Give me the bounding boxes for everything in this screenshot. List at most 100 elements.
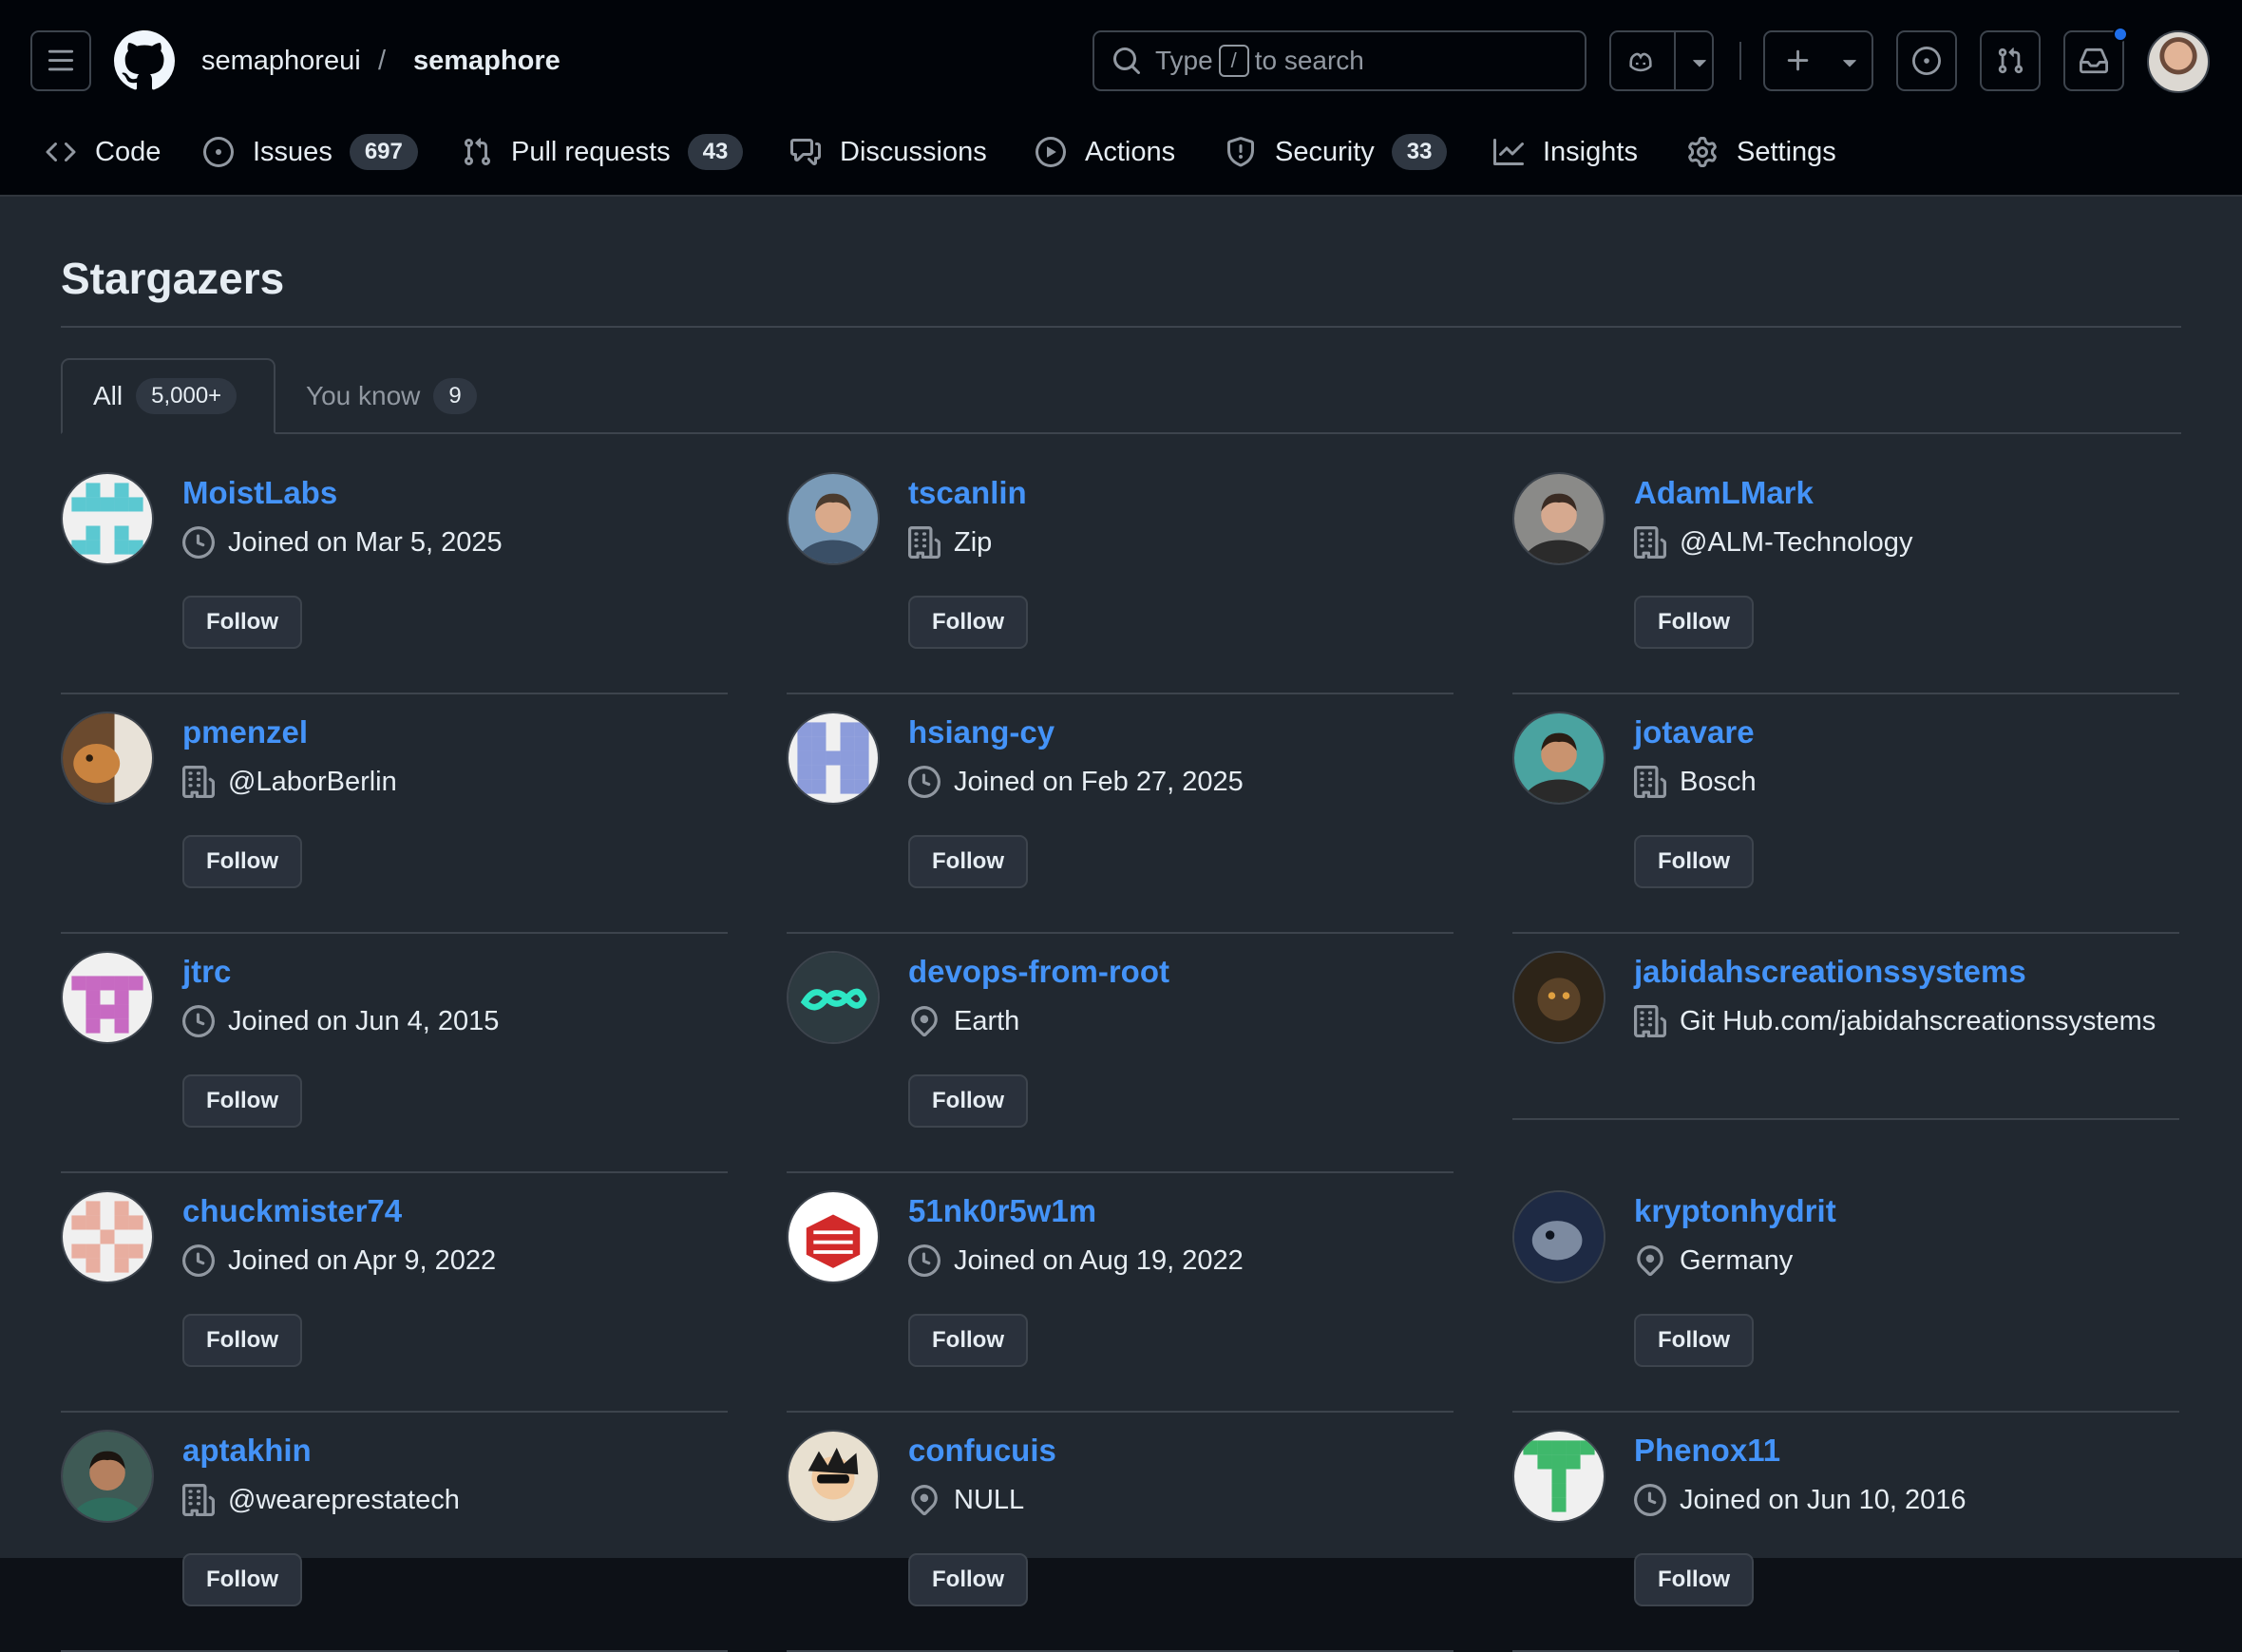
follow-button[interactable]: Follow (1634, 835, 1754, 888)
stargazer-username[interactable]: jabidahscreationssystems (1634, 951, 2026, 993)
breadcrumb-owner[interactable]: semaphoreui (201, 42, 361, 80)
avatar[interactable] (1512, 472, 1606, 565)
user-avatar[interactable] (2147, 30, 2210, 93)
tab-insights[interactable]: Insights (1493, 123, 1638, 180)
stargazer-username[interactable]: hsiang-cy (908, 712, 1054, 753)
avatar[interactable] (61, 1430, 154, 1523)
card-divider (1512, 1118, 2179, 1120)
tab-all[interactable]: All 5,000+ (61, 358, 276, 434)
stargazer-username[interactable]: pmenzel (182, 712, 308, 753)
stargazer-username[interactable]: chuckmister74 (182, 1190, 402, 1232)
avatar[interactable] (61, 472, 154, 565)
organization-icon (1634, 526, 1666, 559)
plus-icon (1787, 49, 1809, 71)
avatar[interactable] (787, 712, 880, 805)
tab-settings[interactable]: Settings (1687, 123, 1836, 180)
stargazer-meta: @LaborBerlin (182, 763, 397, 801)
search-input[interactable]: Type / to search (1092, 30, 1586, 91)
follow-button[interactable]: Follow (182, 1074, 302, 1128)
github-logo[interactable] (113, 30, 175, 91)
follow-button[interactable]: Follow (1634, 1553, 1754, 1606)
tab-you-know[interactable]: You know 9 (276, 358, 507, 434)
avatar[interactable] (61, 712, 154, 805)
hamburger-icon (48, 49, 74, 71)
clock-icon (182, 1244, 215, 1277)
your-pull-requests-button[interactable] (1980, 30, 2041, 91)
stargazer-card: hsiang-cy Joined on Feb 27, 2025 Follow (787, 694, 1454, 934)
follow-button[interactable]: Follow (182, 1314, 302, 1367)
stargazer-username[interactable]: tscanlin (908, 472, 1027, 514)
follow-button[interactable]: Follow (1634, 1314, 1754, 1367)
stargazer-meta: @weareprestatech (182, 1481, 460, 1519)
stargazer-card: jotavare Bosch Follow (1512, 694, 2179, 934)
tab-pull-requests[interactable]: Pull requests 43 (462, 123, 744, 180)
breadcrumb-repo[interactable]: semaphore (413, 42, 560, 80)
stargazer-username[interactable]: confucuis (908, 1430, 1056, 1472)
follow-button[interactable]: Follow (182, 596, 302, 649)
stargazer-username[interactable]: jtrc (182, 951, 231, 993)
issue-opened-icon (203, 137, 234, 167)
tab-actions[interactable]: Actions (1036, 123, 1175, 180)
stargazer-meta-text: @ALM-Technology (1680, 527, 1913, 558)
avatar[interactable] (787, 472, 880, 565)
stargazer-username[interactable]: aptakhin (182, 1430, 312, 1472)
follow-button[interactable]: Follow (182, 835, 302, 888)
tab-discussions[interactable]: Discussions (790, 123, 987, 180)
avatar[interactable] (61, 951, 154, 1044)
stargazer-meta: Bosch (1634, 763, 1757, 801)
clock-icon (908, 1244, 940, 1277)
search-icon (1113, 47, 1141, 75)
copilot-button[interactable] (1609, 30, 1714, 91)
stargazer-meta-text: Joined on Apr 9, 2022 (228, 1245, 497, 1276)
search-placeholder-suffix: to search (1254, 46, 1364, 75)
stargazer-username[interactable]: 51nk0r5w1m (908, 1190, 1096, 1232)
avatar[interactable] (1512, 712, 1606, 805)
follow-button[interactable]: Follow (908, 1553, 1028, 1606)
graph-icon (1493, 139, 1524, 165)
avatar[interactable] (1512, 951, 1606, 1044)
follow-button[interactable]: Follow (908, 835, 1028, 888)
header-divider (1739, 42, 1741, 80)
search-placeholder-prefix: Type (1155, 46, 1213, 75)
tab-counter: 9 (433, 378, 477, 414)
inbox-button[interactable] (2063, 27, 2128, 91)
follow-button[interactable]: Follow (908, 1074, 1028, 1128)
your-issues-button[interactable] (1896, 30, 1957, 91)
inbox-icon (2080, 47, 2108, 74)
stargazer-meta: Earth (908, 1002, 1019, 1040)
avatar[interactable] (787, 951, 880, 1044)
git-pull-request-icon (464, 138, 491, 166)
stargazer-username[interactable]: AdamLMark (1634, 472, 1814, 514)
create-new-button[interactable] (1763, 30, 1873, 91)
tab-counter: 43 (687, 134, 744, 170)
tab-counter: 5,000+ (136, 378, 238, 414)
shield-icon (1227, 137, 1254, 167)
avatar[interactable] (787, 1430, 880, 1523)
tab-label: Pull requests (511, 136, 671, 167)
follow-button[interactable]: Follow (182, 1553, 302, 1606)
organization-icon (1634, 766, 1666, 798)
stargazer-username[interactable]: kryptonhydrit (1634, 1190, 1836, 1232)
tab-label: Settings (1737, 136, 1836, 167)
menu-button[interactable] (30, 30, 91, 91)
follow-button[interactable]: Follow (908, 596, 1028, 649)
tab-issues[interactable]: Issues 697 (203, 123, 418, 180)
avatar[interactable] (61, 1190, 154, 1283)
stargazer-meta-text: Joined on Feb 27, 2025 (954, 767, 1244, 797)
avatar[interactable] (1512, 1190, 1606, 1283)
stargazer-username[interactable]: Phenox11 (1634, 1430, 1780, 1472)
follow-button[interactable]: Follow (1634, 596, 1754, 649)
follow-button[interactable]: Follow (908, 1314, 1028, 1367)
stargazer-username[interactable]: MoistLabs (182, 472, 337, 514)
stargazer-username[interactable]: devops-from-root (908, 951, 1169, 993)
stargazer-card: devops-from-root Earth Follow (787, 934, 1454, 1173)
tab-code[interactable]: Code (46, 123, 161, 180)
stargazer-username[interactable]: jotavare (1634, 712, 1755, 753)
tab-security[interactable]: Security 33 (1226, 123, 1448, 180)
stargazer-meta: Germany (1634, 1242, 1793, 1280)
avatar[interactable] (1512, 1430, 1606, 1523)
page-title: Stargazers (61, 254, 285, 303)
stargazer-meta-text: Germany (1680, 1245, 1794, 1276)
tab-label: Insights (1543, 136, 1638, 167)
avatar[interactable] (787, 1190, 880, 1283)
